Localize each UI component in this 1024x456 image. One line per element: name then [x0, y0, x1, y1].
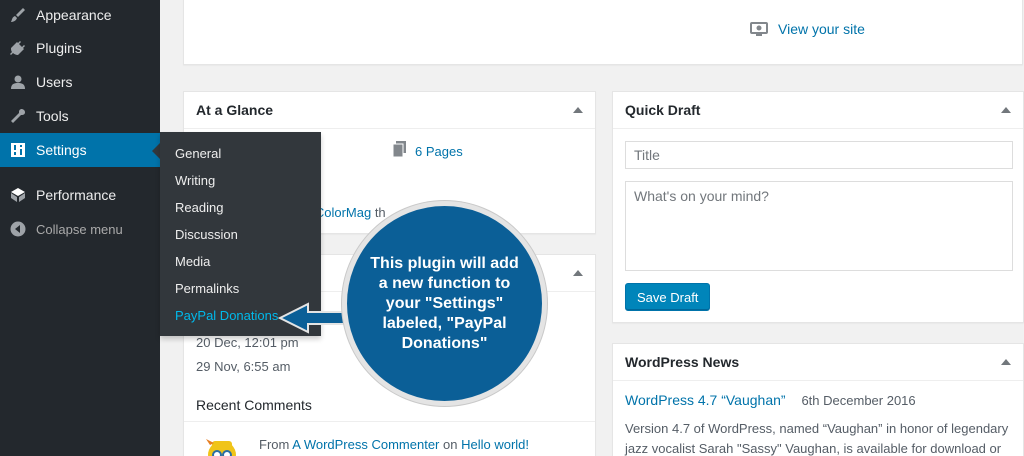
recent-comments-heading: Recent Comments — [196, 397, 312, 413]
sidebar-item-tools[interactable]: Tools — [0, 99, 160, 133]
draft-content-textarea[interactable] — [625, 181, 1013, 271]
collapse-toggle-icon[interactable] — [1001, 107, 1011, 113]
wrench-icon — [0, 108, 36, 124]
collapse-toggle-icon[interactable] — [573, 107, 583, 113]
sidebar-item-settings[interactable]: Settings — [0, 133, 160, 167]
submenu-item-media[interactable]: Media — [175, 254, 210, 269]
news-excerpt: Version 4.7 of WordPress, named “Vaughan… — [625, 419, 1008, 456]
user-icon — [0, 74, 36, 90]
theme-suffix: th — [371, 205, 386, 220]
comment-line: From A WordPress Commenter on Hello worl… — [259, 437, 529, 452]
news-headline-link[interactable]: WordPress 4.7 “Vaughan” — [625, 392, 786, 408]
sidebar-item-label: Tools — [36, 108, 69, 124]
news-header[interactable]: WordPress News — [613, 344, 1023, 381]
collapse-icon — [0, 221, 36, 237]
news-headline-row: WordPress 4.7 “Vaughan” 6th December 201… — [625, 392, 916, 408]
sidebar-item-label: Settings — [36, 142, 87, 158]
paintbrush-icon — [0, 7, 36, 23]
pages-icon — [392, 141, 407, 162]
view-site-link[interactable]: View your site — [750, 21, 865, 37]
draft-title-input[interactable] — [625, 141, 1013, 169]
view-site-icon — [750, 22, 768, 36]
plug-icon — [0, 40, 36, 56]
submenu-item-discussion[interactable]: Discussion — [175, 227, 238, 242]
sidebar-item-users[interactable]: Users — [0, 65, 160, 99]
quick-draft-header[interactable]: Quick Draft — [613, 92, 1023, 129]
news-excerpt-line: jazz vocalist Sarah "Sassy" Vaughan, is … — [625, 441, 1002, 456]
quick-draft-panel: Quick Draft Save Draft — [612, 91, 1024, 323]
welcome-panel: View your site — [183, 0, 1023, 65]
panel-title: At a Glance — [196, 102, 274, 118]
sidebar-item-label: Plugins — [36, 40, 82, 56]
comment-author-link[interactable]: A WordPress Commenter — [292, 437, 439, 452]
panel-title: WordPress News — [625, 354, 740, 370]
submenu-item-general[interactable]: General — [175, 146, 221, 161]
save-draft-button[interactable]: Save Draft — [625, 283, 711, 311]
sidebar-item-label: Performance — [36, 187, 117, 203]
collapse-menu-label: Collapse menu — [36, 221, 123, 237]
sidebar-item-performance[interactable]: Performance — [0, 178, 160, 212]
submenu-item-permalinks[interactable]: Permalinks — [175, 281, 239, 296]
sidebar-item-label: Appearance — [36, 7, 112, 23]
activity-date: 29 Nov, 6:55 am — [196, 359, 291, 374]
view-site-text: View your site — [778, 21, 865, 37]
comment-post-link[interactable]: Hello world! — [461, 437, 529, 452]
sidebar-item-plugins[interactable]: Plugins — [0, 31, 160, 65]
comment-on: on — [443, 437, 458, 452]
pages-count-text: 6 Pages — [415, 144, 463, 159]
panel-title: Quick Draft — [625, 102, 701, 118]
sidebar-item-label: Users — [36, 74, 73, 90]
callout-bubble: This plugin will add a new function to y… — [342, 201, 547, 406]
activity-date: 20 Dec, 12:01 pm — [196, 335, 299, 350]
admin-sidebar: Appearance Plugins Users Tools Settings … — [0, 0, 160, 456]
theme-link[interactable]: ColorMag — [315, 205, 371, 220]
settings-icon — [0, 142, 36, 158]
submenu-item-paypal-donations[interactable]: PayPal Donations — [175, 308, 278, 323]
at-a-glance-header[interactable]: At a Glance — [184, 92, 595, 129]
collapse-toggle-icon[interactable] — [1001, 359, 1011, 365]
flyout-pointer — [152, 143, 160, 159]
callout-text: This plugin will add a new function to y… — [370, 254, 519, 352]
pages-count-link[interactable]: 6 Pages — [392, 141, 463, 162]
collapse-menu-button[interactable]: Collapse menu — [0, 212, 160, 246]
news-date: 6th December 2016 — [801, 393, 916, 408]
divider — [184, 421, 595, 422]
news-excerpt-line: Version 4.7 of WordPress, named “Vaughan… — [625, 421, 1009, 436]
comment-from: From — [259, 437, 290, 452]
collapse-toggle-icon[interactable] — [573, 270, 583, 276]
commenter-avatar — [204, 433, 240, 456]
submenu-item-reading[interactable]: Reading — [175, 200, 223, 215]
sidebar-item-appearance[interactable]: Appearance — [0, 0, 160, 32]
submenu-item-writing[interactable]: Writing — [175, 173, 215, 188]
wordpress-news-panel: WordPress News WordPress 4.7 “Vaughan” 6… — [612, 343, 1024, 456]
performance-icon — [0, 187, 36, 203]
